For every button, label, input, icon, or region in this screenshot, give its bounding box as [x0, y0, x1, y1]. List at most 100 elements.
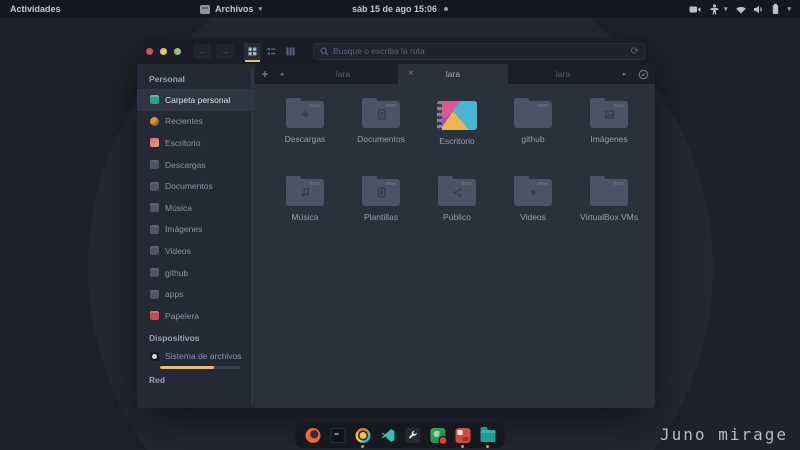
folder-share-icon [438, 176, 476, 206]
file-label: Descargas [284, 134, 326, 144]
app-menu-button[interactable]: Archivos ▾ [200, 4, 262, 14]
folder-icon [150, 289, 159, 299]
dock-terminal-icon[interactable] [330, 427, 346, 443]
dock-vscode-icon[interactable] [380, 427, 396, 443]
sidebar-item-label: Documentos [165, 181, 213, 192]
tab-bar: + ◂ lara × lara lara ▸ [255, 64, 655, 84]
home-folder-icon [150, 95, 159, 105]
sidebar-item-descargas[interactable]: Descargas [137, 154, 255, 176]
file-videos[interactable]: Videos [495, 172, 571, 250]
folder-icon [150, 224, 159, 234]
file-documentos[interactable]: Documentos [343, 94, 419, 172]
sidebar-item-label: Carpeta personal [165, 94, 231, 105]
sidebar-item-label: Descargas [165, 159, 206, 170]
content-pane: + ◂ lara × lara lara ▸ Descargas Documen… [255, 64, 655, 408]
file-label: Plantillas [363, 212, 399, 222]
tab-label: lara [335, 69, 351, 79]
sidebar-item-imagenes[interactable]: Imágenes [137, 219, 255, 241]
sidebar-item-sistema-de-archivos[interactable]: Sistema de archivos [137, 348, 255, 365]
sidebar: Personal Carpeta personal Recientes Escr… [137, 64, 255, 408]
grid-view-icon [248, 47, 257, 55]
sidebar-item-musica[interactable]: Música [137, 197, 255, 219]
dock-chrome-icon[interactable] [355, 427, 371, 443]
app-menu-label: Archivos [215, 4, 254, 14]
file-musica[interactable]: Música [267, 172, 343, 250]
dock-green-app-icon[interactable] [430, 427, 447, 445]
tab-lara-1[interactable]: lara [288, 64, 398, 84]
new-tab-button[interactable]: + [255, 64, 275, 84]
folder-icon [150, 181, 159, 191]
forward-button[interactable]: → [216, 43, 234, 59]
sidebar-item-label: Imágenes [165, 224, 203, 235]
file-escritorio[interactable]: Escritorio [419, 94, 495, 172]
file-virtualbox-vms[interactable]: VirtualBox VMs [571, 172, 647, 250]
list-view-icon [267, 47, 276, 55]
folder-icon [150, 203, 159, 213]
tab-scroll-right-icon[interactable]: ▸ [618, 64, 631, 84]
file-descargas[interactable]: Descargas [267, 94, 343, 172]
clock-button[interactable]: sáb 15 de ago 15:06 [352, 4, 449, 14]
sidebar-item-label: Recientes [165, 116, 203, 127]
column-view-button[interactable] [282, 43, 299, 60]
close-button[interactable] [146, 47, 153, 55]
sidebar-item-github[interactable]: github [137, 262, 255, 284]
reload-button[interactable]: ⟳ [631, 46, 639, 57]
back-button[interactable]: ← [193, 43, 211, 59]
folder-images-icon [590, 98, 628, 128]
sidebar-scrollbar[interactable] [251, 68, 254, 404]
path-search-input[interactable]: Busque o escriba la ruta ⟳ [313, 42, 646, 60]
chevron-down-icon: ▾ [787, 6, 791, 13]
dock [295, 422, 505, 448]
wallpaper-dots-strip [437, 101, 442, 130]
sidebar-item-apps[interactable]: apps [137, 283, 255, 305]
tab-lara-2-active[interactable]: × lara [398, 64, 508, 84]
dock-firefox-icon[interactable] [305, 427, 321, 443]
window-titlebar: ← → Busque o escriba la ruta ⟳ [137, 38, 655, 64]
file-label: Videos [520, 212, 546, 222]
file-label: github [521, 134, 545, 144]
list-view-button[interactable] [263, 43, 280, 60]
sidebar-item-videos[interactable]: Videos [137, 240, 255, 262]
file-github[interactable]: github [495, 94, 571, 172]
dock-screenshot-app-icon[interactable] [455, 427, 471, 443]
system-status-menu[interactable]: ▾ [735, 3, 791, 15]
close-tab-icon[interactable]: × [408, 69, 414, 79]
chevron-down-icon: ▾ [258, 6, 263, 13]
tab-label: lara [445, 69, 461, 79]
accessibility-menu[interactable]: ▾ [709, 3, 727, 15]
folder-icon [150, 268, 159, 278]
file-label: Documentos [357, 134, 405, 144]
wifi-icon [736, 6, 747, 13]
tab-lara-3[interactable]: lara [508, 64, 618, 84]
folder-icon [150, 160, 159, 170]
desktop-icon [150, 138, 159, 148]
folder-icon [150, 246, 159, 256]
sidebar-section-devices: Dispositivos [149, 332, 200, 343]
file-imagenes[interactable]: Imágenes [571, 94, 647, 172]
notification-dot-icon [444, 7, 449, 11]
file-plantillas[interactable]: Plantillas [343, 172, 419, 250]
sidebar-item-papelera[interactable]: Papelera [137, 305, 255, 327]
activities-button[interactable]: Actividades [10, 4, 61, 14]
search-placeholder: Busque o escriba la ruta [333, 46, 425, 56]
sidebar-item-carpeta-personal[interactable]: Carpeta personal [137, 89, 255, 111]
screen-recorder-icon[interactable] [689, 4, 701, 15]
file-publico[interactable]: Público [419, 172, 495, 250]
sidebar-item-escritorio[interactable]: Escritorio [137, 132, 255, 154]
dock-tweaks-icon[interactable] [405, 427, 421, 443]
tab-menu-icon[interactable] [631, 64, 655, 84]
tab-scroll-left-icon[interactable]: ◂ [275, 64, 288, 84]
folder-plain-icon [590, 176, 628, 206]
grid-view-button[interactable] [244, 42, 261, 62]
sidebar-item-documentos[interactable]: Documentos [137, 175, 255, 197]
minimize-button[interactable] [160, 47, 167, 55]
battery-icon [773, 3, 779, 14]
maximize-button[interactable] [174, 47, 181, 55]
search-icon [320, 47, 329, 56]
volume-icon [754, 5, 763, 13]
dock-files-app-icon[interactable] [480, 427, 496, 443]
sidebar-item-recientes[interactable]: Recientes [137, 111, 255, 133]
file-label: VirtualBox VMs [580, 212, 638, 222]
sidebar-item-label: Papelera [165, 310, 200, 321]
view-switcher [244, 42, 299, 62]
